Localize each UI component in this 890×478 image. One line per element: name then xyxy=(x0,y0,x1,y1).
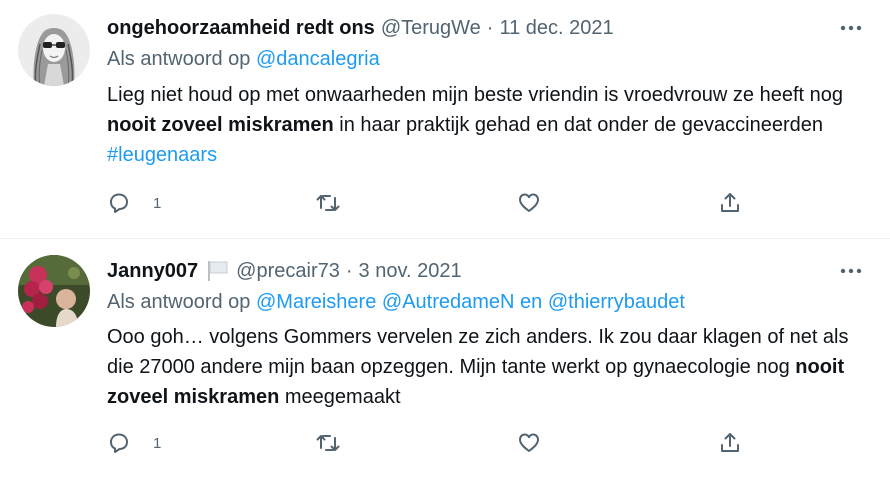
mention-link[interactable]: @thierrybaudet xyxy=(548,291,685,313)
retweet-button[interactable] xyxy=(315,416,341,470)
tweet-text: Ooo goh… volgens Gommers vervelen ze zic… xyxy=(107,322,872,412)
more-icon xyxy=(840,268,862,274)
hashtag-link[interactable]: #leugenaars xyxy=(107,144,217,166)
tweet-date[interactable]: 11 dec. 2021 xyxy=(499,17,613,40)
avatar[interactable] xyxy=(18,255,90,327)
reply-button[interactable]: 1 xyxy=(107,176,161,230)
reply-icon xyxy=(110,193,128,213)
separator: · xyxy=(345,259,353,282)
tweet-actions: 1 xyxy=(107,176,747,230)
more-button[interactable] xyxy=(836,259,866,283)
retweet-icon xyxy=(316,435,340,451)
tweet-text-bold: nooit zoveel miskramen xyxy=(107,114,334,136)
author-handle[interactable]: @TerugWe xyxy=(381,17,481,40)
tweet-text: Lieg niet houd op met onwaarheden mijn b… xyxy=(107,80,872,170)
retweet-icon xyxy=(316,195,340,211)
tweet-actions: 1 xyxy=(107,416,747,470)
tweet-header: ongehoorzaamheid redt ons @TerugWe · 11 … xyxy=(107,14,872,42)
share-button[interactable] xyxy=(718,416,742,470)
tweet-date[interactable]: 3 nov. 2021 xyxy=(359,260,462,283)
reply-prefix: Als antwoord op xyxy=(107,48,251,70)
reply-count: 1 xyxy=(153,434,162,452)
tweet-header: Janny007 @precair73 · 3 nov. 2021 xyxy=(107,257,872,285)
reply-icon xyxy=(110,433,128,453)
mention-conjunction: en xyxy=(520,291,543,313)
more-icon xyxy=(840,25,862,31)
tweet[interactable]: ongehoorzaamheid redt ons @TerugWe · 11 … xyxy=(0,0,890,239)
retweet-button[interactable] xyxy=(315,176,341,230)
mention-link[interactable]: @Mareishere xyxy=(256,291,376,313)
author-name[interactable]: Janny007 xyxy=(107,260,198,283)
heart-icon xyxy=(519,433,539,452)
mention-link[interactable]: @dancalegria xyxy=(256,48,380,70)
reply-prefix: Als antwoord op xyxy=(107,291,251,313)
share-icon xyxy=(721,193,739,212)
reply-context: Als antwoord op @dancalegria xyxy=(107,48,380,71)
tweet-text-part: Lieg niet houd op met onwaarheden mijn b… xyxy=(107,84,844,106)
white-flag-icon xyxy=(206,260,230,282)
like-button[interactable] xyxy=(517,416,541,470)
more-button[interactable] xyxy=(836,16,866,40)
separator: · xyxy=(486,16,494,39)
like-button[interactable] xyxy=(517,176,541,230)
author-handle[interactable]: @precair73 xyxy=(236,260,340,283)
tweet-text-part: meegemaakt xyxy=(279,386,401,408)
tweet-text-part: in haar praktijk gehad en dat onder de g… xyxy=(333,114,823,136)
tweet-text-part: Ooo goh… volgens Gommers vervelen ze zic… xyxy=(107,326,849,378)
tweet[interactable]: Janny007 @precair73 · 3 nov. 2021 Als an… xyxy=(0,239,890,478)
mention-link[interactable]: @AutredameN xyxy=(382,291,515,313)
author-name[interactable]: ongehoorzaamheid redt ons xyxy=(107,17,375,40)
reply-context: Als antwoord op @Mareishere @AutredameN … xyxy=(107,291,685,314)
share-icon xyxy=(721,433,739,452)
reply-count: 1 xyxy=(153,194,162,212)
reply-button[interactable]: 1 xyxy=(107,416,161,470)
heart-icon xyxy=(519,193,539,212)
avatar[interactable] xyxy=(18,14,90,86)
share-button[interactable] xyxy=(718,176,742,230)
